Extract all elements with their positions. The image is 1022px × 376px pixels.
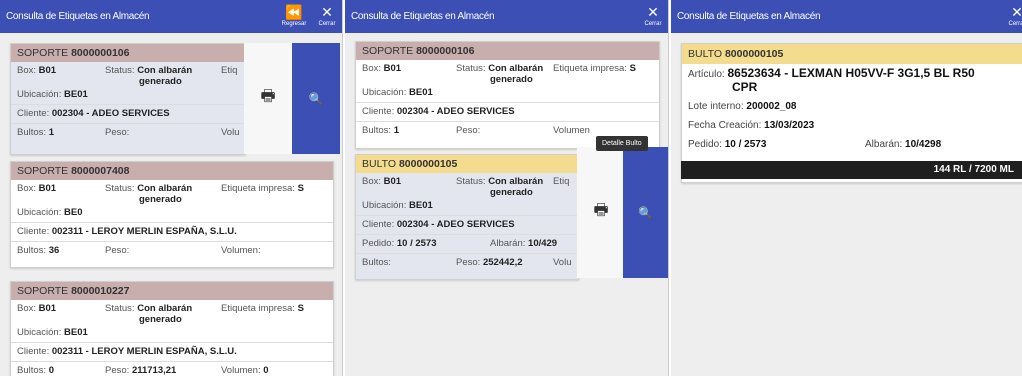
- close-icon: ✕: [321, 4, 333, 20]
- search-button[interactable]: 🔍: [292, 43, 340, 154]
- card-header: BULTO 8000000105: [682, 44, 1022, 64]
- bulto-card[interactable]: BULTO 8000000105 Box: B01 Status: Con al…: [355, 154, 579, 280]
- lote-row: Lote interno: 200002_08: [688, 101, 797, 112]
- card-header: SOPORTE 8000007408: [11, 162, 333, 180]
- close-button[interactable]: ✕ Cerrar: [638, 5, 668, 27]
- app-title: Consulta de Etiquetas en Almacén: [677, 11, 821, 22]
- quantity-bar: 144 RL / 7200 ML: [681, 161, 1022, 179]
- card-header: SOPORTE 8000000106: [11, 44, 245, 62]
- search-icon: 🔍: [308, 91, 324, 106]
- soporte-card[interactable]: SOPORTE 8000007408 Box: B01 Status: Con …: [10, 161, 334, 268]
- card-header: SOPORTE 8000010227: [11, 282, 333, 300]
- articulo-row: Artículo: 86523634 - LEXMAN H05VV-F 3G1,…: [688, 66, 975, 94]
- close-icon: ✕: [647, 4, 659, 20]
- card-header: BULTO 8000000105: [356, 155, 578, 173]
- panel-list: Consulta de Etiquetas en Almacén ⏪ Regre…: [0, 0, 343, 376]
- back-button[interactable]: ⏪ Regresar: [279, 5, 309, 27]
- app-header: Consulta de Etiquetas en Almacén ⏪ Regre…: [0, 0, 342, 33]
- close-button[interactable]: ✕ Cerrar: [1002, 5, 1022, 27]
- soporte-card[interactable]: SOPORTE 8000000106 Box: B01 Status: Con …: [10, 43, 246, 155]
- close-button[interactable]: ✕ Cerrar: [312, 5, 342, 27]
- tooltip-detalle-bulto: Detalle Bulto: [596, 136, 648, 151]
- panel-bultos: Consulta de Etiquetas en Almacén ✕ Cerra…: [345, 0, 669, 376]
- print-button[interactable]: 🖶: [577, 147, 625, 278]
- detalle-bulto-button[interactable]: 🔍: [623, 147, 668, 278]
- back-icon: ⏪: [285, 4, 303, 20]
- list-body: SOPORTE 8000000106 Box: B01 Status: Con …: [0, 33, 342, 376]
- panel-detalle: Consulta de Etiquetas en Almacén ✕ Cerra…: [671, 0, 1022, 376]
- search-icon: 🔍: [638, 205, 653, 220]
- soporte-card[interactable]: SOPORTE 8000000106 Box: B01 Status: Con …: [355, 41, 660, 149]
- app-title: Consulta de Etiquetas en Almacén: [351, 11, 495, 22]
- soporte-card[interactable]: SOPORTE 8000010227 Box: B01 Status: Con …: [10, 281, 334, 376]
- detalle-body: BULTO 8000000105 Artículo: 86523634 - LE…: [671, 33, 1022, 376]
- print-icon: 🖶: [593, 202, 609, 219]
- app-header: Consulta de Etiquetas en Almacén ✕ Cerra…: [671, 0, 1022, 33]
- pedido-row: Pedido: 10 / 2573 Albarán: 10/4298: [688, 139, 942, 150]
- print-button[interactable]: 🖶: [244, 43, 292, 154]
- card-header: SOPORTE 8000000106: [356, 42, 659, 60]
- print-icon: 🖶: [260, 88, 276, 105]
- app-header: Consulta de Etiquetas en Almacén ✕ Cerra…: [345, 0, 668, 33]
- bultos-body: SOPORTE 8000000106 Box: B01 Status: Con …: [345, 33, 668, 376]
- close-icon: ✕: [1011, 4, 1022, 20]
- app-title: Consulta de Etiquetas en Almacén: [6, 11, 150, 22]
- fecha-row: Fecha Creación: 13/03/2023: [688, 120, 815, 131]
